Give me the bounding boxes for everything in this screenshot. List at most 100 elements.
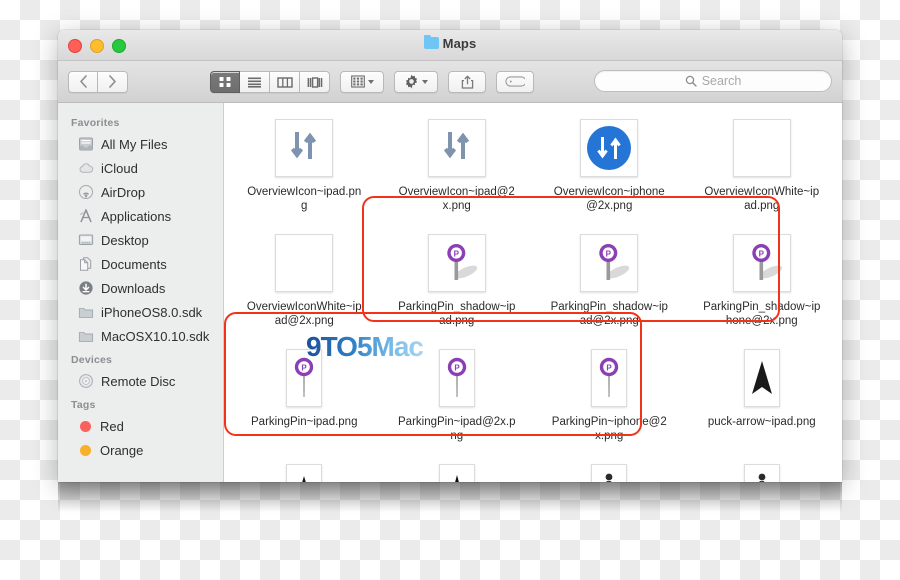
sidebar-item-label: AirDrop bbox=[101, 184, 146, 200]
back-button[interactable] bbox=[68, 70, 98, 93]
file-thumbnail: P bbox=[731, 232, 793, 294]
blue-folder-icon bbox=[423, 35, 439, 49]
thumb-frame bbox=[743, 349, 780, 407]
gear-icon bbox=[405, 74, 418, 89]
file-item[interactable] bbox=[533, 454, 686, 482]
file-thumbnail bbox=[426, 462, 488, 482]
sidebar-item-tag-red[interactable]: Red bbox=[58, 414, 223, 438]
puck-arrow-icon bbox=[751, 361, 772, 394]
file-thumbnail: P bbox=[426, 347, 488, 409]
file-name: ParkingPin~iphone@2x.png bbox=[551, 416, 667, 442]
sidebar-item-iphoneos-sdk[interactable]: iPhoneOS8.0.sdk bbox=[58, 300, 223, 324]
column-view-button[interactable] bbox=[270, 70, 300, 93]
file-item[interactable]: OverviewIconWhite~ipad.png bbox=[686, 109, 839, 224]
sidebar-item-macosx-sdk[interactable]: MacOSX10.10.sdk bbox=[58, 324, 223, 348]
walking-person-icon bbox=[758, 473, 766, 482]
sidebar-item-label: MacOSX10.10.sdk bbox=[101, 328, 210, 344]
file-name: puck-arrow~ipad.png bbox=[707, 416, 816, 428]
file-thumbnail bbox=[731, 117, 793, 179]
file-thumbnail bbox=[731, 347, 793, 409]
file-item[interactable]: OverviewIconWhite~ipad@2x.png bbox=[228, 224, 381, 339]
thumb-frame bbox=[580, 119, 639, 177]
cloud-icon bbox=[79, 163, 94, 173]
overview-arrows-blue-circle-icon bbox=[587, 126, 632, 170]
sidebar-item-label: iCloud bbox=[101, 160, 138, 176]
sidebar-item-desktop[interactable]: Desktop bbox=[58, 228, 223, 252]
sidebar-item-label: All My Files bbox=[101, 136, 168, 152]
list-view-button[interactable] bbox=[240, 70, 270, 93]
sidebar-item-label: Orange bbox=[100, 442, 144, 458]
overview-arrows-gray-icon bbox=[443, 132, 469, 159]
thumb-frame: P bbox=[732, 234, 791, 292]
file-item[interactable]: P ParkingPin~iphone@2x.png bbox=[533, 339, 686, 454]
file-name: ParkingPin_shadow~iphone@2x.png bbox=[703, 301, 821, 327]
file-item[interactable]: puck-arrow~ipad.png bbox=[686, 339, 839, 454]
sidebar-item-tag-orange[interactable]: Orange bbox=[58, 438, 223, 462]
action-button[interactable] bbox=[394, 70, 438, 93]
file-item[interactable]: OverviewIcon~iphone@2x.png bbox=[533, 109, 686, 224]
chevron-down-icon bbox=[367, 79, 374, 84]
search-placeholder: Search bbox=[701, 74, 742, 88]
file-item[interactable]: P ParkingPin_shadow~ipad@2x.png bbox=[533, 224, 686, 339]
overview-arrows-gray-icon bbox=[291, 132, 317, 159]
file-item[interactable]: P ParkingPin_shadow~ipad.png bbox=[381, 224, 534, 339]
coverflow-view-button[interactable] bbox=[300, 70, 330, 93]
sidebar-item-label: Documents bbox=[101, 256, 167, 272]
file-name: OverviewIconWhite~ipad@2x.png bbox=[246, 301, 362, 327]
file-thumbnail bbox=[273, 462, 335, 482]
svg-text:P: P bbox=[302, 364, 308, 373]
finder-toolbar: Search bbox=[58, 61, 842, 103]
sidebar-item-label: Downloads bbox=[101, 280, 166, 296]
grid-icon bbox=[219, 76, 231, 87]
file-thumbnail: P bbox=[426, 232, 488, 294]
sidebar-item-applications[interactable]: Applications bbox=[58, 204, 223, 228]
sidebar-item-downloads[interactable]: Downloads bbox=[58, 276, 223, 300]
svg-text:P: P bbox=[607, 364, 613, 373]
file-grid: OverviewIcon~ipad.png OverviewIcon~ipad@… bbox=[224, 103, 842, 482]
share-button[interactable] bbox=[448, 70, 486, 93]
arrange-button[interactable] bbox=[340, 70, 384, 93]
file-grid-area[interactable]: OverviewIcon~ipad.png OverviewIcon~ipad@… bbox=[224, 103, 842, 482]
puck-arrow-icon bbox=[302, 476, 307, 482]
file-item[interactable] bbox=[686, 454, 839, 482]
tag-button[interactable] bbox=[496, 70, 534, 93]
window-title: Maps bbox=[58, 35, 842, 51]
file-name: ParkingPin_shadow~ipad.png bbox=[398, 301, 516, 327]
file-name: ParkingPin~ipad.png bbox=[251, 416, 358, 428]
file-item[interactable]: OverviewIcon~ipad@2x.png bbox=[381, 109, 534, 224]
forward-button[interactable] bbox=[98, 70, 128, 93]
sidebar-item-label: Desktop bbox=[101, 232, 149, 248]
parking-pin-icon: P bbox=[447, 357, 466, 397]
sidebar-header-favorites: Favorites bbox=[71, 117, 120, 129]
file-item[interactable]: OverviewIcon~ipad.png bbox=[228, 109, 381, 224]
file-item[interactable]: P ParkingPin_shadow~iphone@2x.png bbox=[686, 224, 839, 339]
file-thumbnail bbox=[273, 117, 335, 179]
downloads-icon bbox=[79, 281, 93, 295]
sidebar-item-airdrop[interactable]: AirDrop bbox=[58, 180, 223, 204]
file-item[interactable] bbox=[381, 454, 534, 482]
sidebar: Favorites All My Files iCloud AirDrop Ap… bbox=[58, 103, 224, 482]
file-thumbnail bbox=[731, 462, 793, 482]
desktop-icon bbox=[78, 234, 94, 245]
puck-arrow-icon bbox=[454, 475, 459, 482]
svg-text:P: P bbox=[606, 250, 612, 259]
chevron-down-icon bbox=[422, 79, 428, 84]
file-item[interactable] bbox=[228, 454, 381, 482]
search-field[interactable]: Search bbox=[594, 70, 832, 92]
icon-view-button[interactable] bbox=[210, 70, 240, 93]
sidebar-item-documents[interactable]: Documents bbox=[58, 252, 223, 276]
applications-icon bbox=[79, 209, 92, 223]
file-name: OverviewIcon~ipad@2x.png bbox=[398, 186, 515, 212]
window-title-text: Maps bbox=[442, 36, 477, 51]
sidebar-item-label: iPhoneOS8.0.sdk bbox=[101, 304, 203, 320]
window-titlebar[interactable]: Maps bbox=[58, 30, 842, 61]
sidebar-item-remote-disc[interactable]: Remote Disc bbox=[58, 369, 223, 393]
tag-dot-orange-icon bbox=[80, 444, 91, 456]
sidebar-item-icloud[interactable]: iCloud bbox=[58, 156, 223, 180]
navigation-button-group bbox=[68, 70, 128, 93]
all-my-files-icon bbox=[79, 137, 93, 151]
sidebar-item-all-my-files[interactable]: All My Files bbox=[58, 132, 223, 156]
search-icon bbox=[685, 75, 697, 87]
parking-pin-shadow-icon: P bbox=[599, 244, 630, 280]
sidebar-item-label: Applications bbox=[101, 208, 172, 224]
